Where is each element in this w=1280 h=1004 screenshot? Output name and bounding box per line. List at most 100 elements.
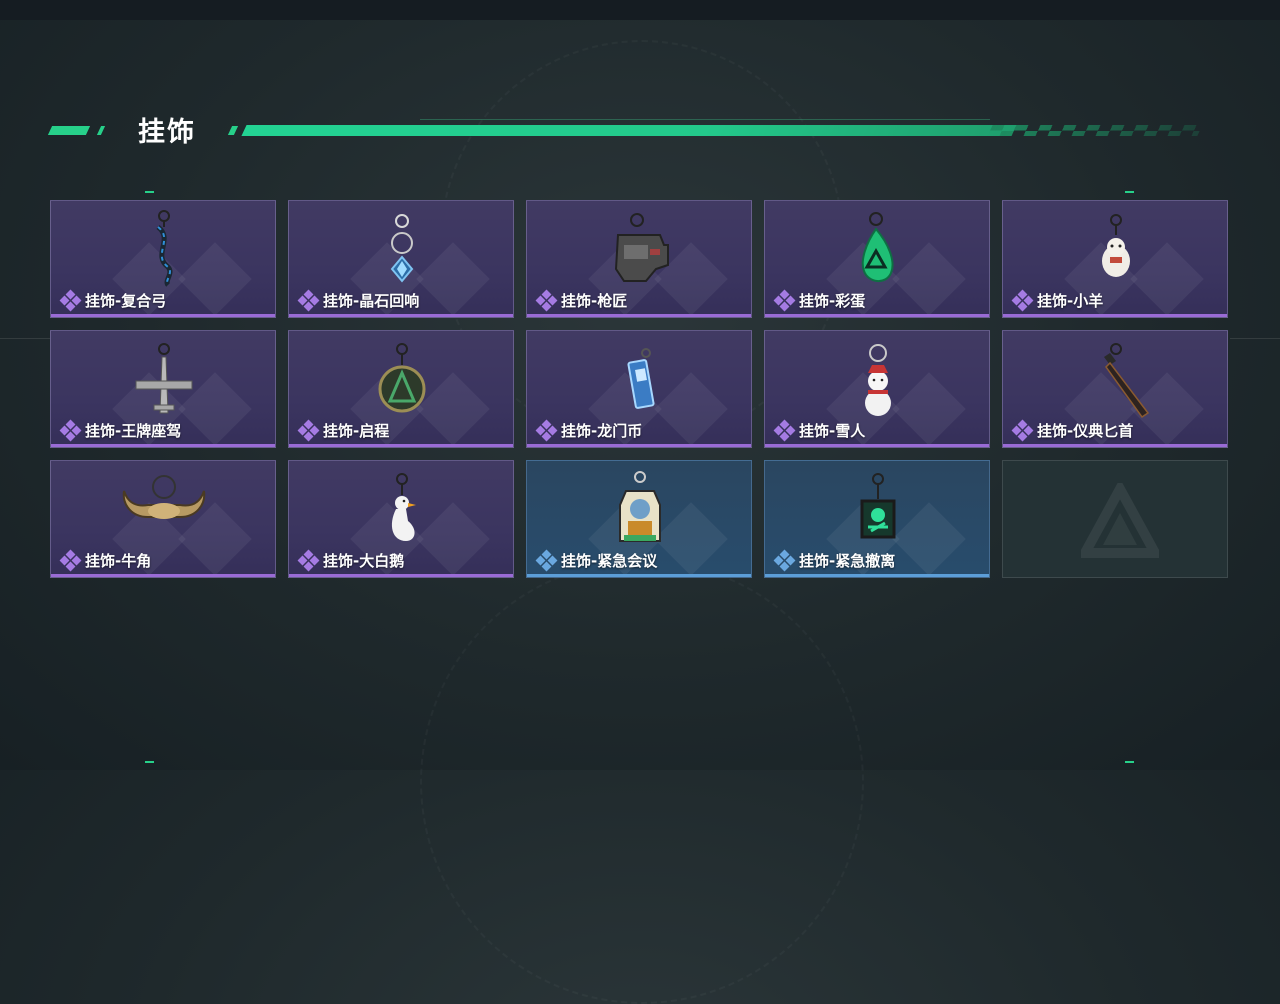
card-label: 挂饰-复合弓 xyxy=(59,289,167,311)
charm-card[interactable]: 挂饰-晶石回响 xyxy=(288,200,514,318)
card-label: 挂饰-紧急会议 xyxy=(535,549,658,571)
card-label: 挂饰-雪人 xyxy=(773,419,866,441)
departure-coin-charm-icon xyxy=(378,343,426,413)
corner-mark xyxy=(145,191,154,193)
top-bar xyxy=(0,0,1280,20)
rarity-diamond-icon xyxy=(297,419,320,441)
lamb-charm-icon xyxy=(1102,214,1130,277)
card-label: 挂饰-牛角 xyxy=(59,549,152,571)
corner-mark xyxy=(1125,761,1134,763)
rarity-diamond-icon xyxy=(535,419,558,441)
rarity-bar xyxy=(765,314,989,317)
charm-card[interactable]: 挂饰-雪人 xyxy=(764,330,990,448)
charm-card[interactable]: 挂饰-彩蛋 xyxy=(764,200,990,318)
card-label: 挂饰-紧急撤离 xyxy=(773,549,896,571)
empty-slot xyxy=(1002,460,1228,578)
charm-card[interactable]: 挂饰-龙门币 xyxy=(526,330,752,448)
rarity-diamond-icon xyxy=(297,549,320,571)
compound-bow-charm-icon xyxy=(156,210,173,287)
rarity-bar xyxy=(1003,314,1227,317)
charm-name: 挂饰-紧急会议 xyxy=(561,552,658,570)
easter-egg-charm-icon xyxy=(861,212,894,282)
rarity-bar xyxy=(527,444,751,447)
rarity-bar xyxy=(765,444,989,447)
rarity-diamond-icon xyxy=(773,419,796,441)
charm-card[interactable]: 挂饰-枪匠 xyxy=(526,200,752,318)
charm-name: 挂饰-仪典匕首 xyxy=(1037,422,1134,440)
gunsmith-charm-icon xyxy=(614,213,669,282)
charm-name: 挂饰-彩蛋 xyxy=(799,292,866,310)
charm-card[interactable]: 挂饰-大白鹅 xyxy=(288,460,514,578)
card-label: 挂饰-小羊 xyxy=(1011,289,1104,311)
rarity-diamond-icon xyxy=(1011,419,1034,441)
charm-name: 挂饰-小羊 xyxy=(1037,292,1104,310)
rarity-bar xyxy=(51,314,275,317)
header-checker-pattern xyxy=(987,125,1203,136)
header-accent-bar xyxy=(96,126,106,135)
horns-charm-icon xyxy=(122,475,206,519)
charm-card[interactable]: 挂饰-牛角 xyxy=(50,460,276,578)
header-accent-bar xyxy=(47,126,91,135)
charm-name: 挂饰-紧急撤离 xyxy=(799,552,896,570)
header-thin-line xyxy=(420,119,990,120)
aircraft-charm-icon xyxy=(135,343,193,414)
card-label: 挂饰-晶石回响 xyxy=(297,289,420,311)
corner-mark xyxy=(145,761,154,763)
rarity-diamond-icon xyxy=(773,289,796,311)
charm-name: 挂饰-雪人 xyxy=(799,422,866,440)
rarity-bar xyxy=(51,444,275,447)
header-accent-bar xyxy=(227,126,239,135)
rarity-bar xyxy=(527,574,751,577)
charm-grid: 挂饰-复合弓 挂饰-晶石回响 挂饰-枪匠 挂饰-彩蛋 挂饰-小羊 挂饰-王牌座驾… xyxy=(50,200,1230,580)
charm-name: 挂饰-龙门币 xyxy=(561,422,643,440)
rarity-diamond-icon xyxy=(535,289,558,311)
rarity-bar xyxy=(1003,444,1227,447)
longmen-coin-charm-icon xyxy=(627,348,655,409)
charm-name: 挂饰-牛角 xyxy=(85,552,152,570)
charm-card[interactable]: 挂饰-小羊 xyxy=(1002,200,1228,318)
corner-mark xyxy=(1125,191,1134,193)
ceremonial-dagger-charm-icon xyxy=(1104,343,1150,419)
background-circle xyxy=(420,560,864,1004)
charm-card[interactable]: 挂饰-紧急撤离 xyxy=(764,460,990,578)
rarity-bar xyxy=(527,314,751,317)
side-line-left xyxy=(0,338,50,339)
charm-name: 挂饰-启程 xyxy=(323,422,390,440)
goose-charm-icon xyxy=(391,473,416,541)
side-line-right xyxy=(1230,338,1280,339)
card-label: 挂饰-王牌座驾 xyxy=(59,419,182,441)
charm-name: 挂饰-大白鹅 xyxy=(323,552,405,570)
charm-name: 挂饰-王牌座驾 xyxy=(85,422,182,440)
rarity-bar xyxy=(289,574,513,577)
rarity-bar xyxy=(51,574,275,577)
rarity-diamond-icon xyxy=(59,289,82,311)
section-header: 挂饰 xyxy=(0,108,1280,148)
card-label: 挂饰-大白鹅 xyxy=(297,549,405,571)
rarity-diamond-icon xyxy=(297,289,320,311)
card-label: 挂饰-仪典匕首 xyxy=(1011,419,1134,441)
card-label: 挂饰-枪匠 xyxy=(535,289,628,311)
crystal-charm-icon xyxy=(390,214,414,283)
rarity-diamond-icon xyxy=(535,549,558,571)
page-title: 挂饰 xyxy=(138,117,196,148)
rarity-diamond-icon xyxy=(773,549,796,571)
header-stripe xyxy=(241,125,1017,136)
charm-card[interactable]: 挂饰-启程 xyxy=(288,330,514,448)
game-logo-icon xyxy=(1081,483,1159,558)
rarity-bar xyxy=(765,574,989,577)
rarity-diamond-icon xyxy=(59,549,82,571)
charm-card[interactable]: 挂饰-紧急会议 xyxy=(526,460,752,578)
rarity-diamond-icon xyxy=(1011,289,1034,311)
card-label: 挂饰-彩蛋 xyxy=(773,289,866,311)
charm-name: 挂饰-复合弓 xyxy=(85,292,167,310)
rarity-bar xyxy=(289,314,513,317)
charm-name: 挂饰-晶石回响 xyxy=(323,292,420,310)
snowman-charm-icon xyxy=(865,344,891,416)
emergency-meeting-charm-icon xyxy=(619,471,661,542)
card-label: 挂饰-龙门币 xyxy=(535,419,643,441)
charm-card[interactable]: 挂饰-复合弓 xyxy=(50,200,276,318)
charm-card[interactable]: 挂饰-王牌座驾 xyxy=(50,330,276,448)
charm-card[interactable]: 挂饰-仪典匕首 xyxy=(1002,330,1228,448)
emergency-evac-charm-icon xyxy=(860,473,896,539)
charm-name: 挂饰-枪匠 xyxy=(561,292,628,310)
